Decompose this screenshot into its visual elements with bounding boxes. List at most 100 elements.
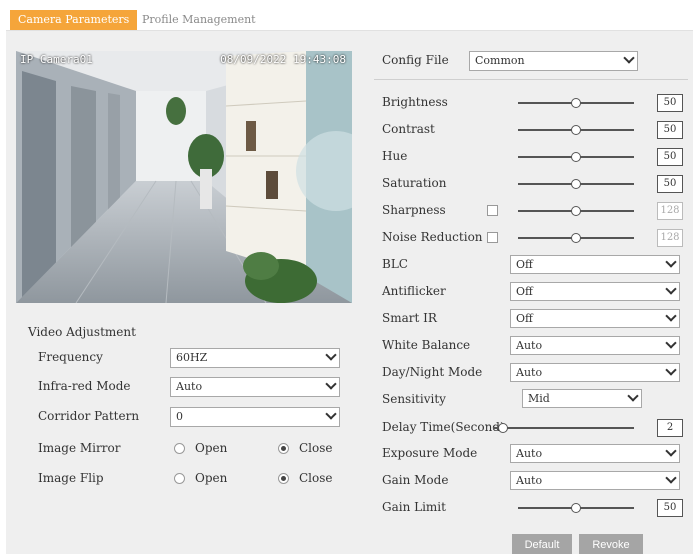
slider-handle[interactable]	[497, 423, 508, 433]
smart-ir-label: Smart IR	[382, 311, 437, 325]
noise-reduction-value-field[interactable]: 128	[657, 229, 683, 247]
chevron-down-icon	[325, 378, 337, 390]
settings-panel: IP Camera01 08/09/2022 19:43:08 Video Ad…	[6, 31, 693, 554]
image-flip-open-radio[interactable]: Open	[174, 468, 227, 488]
chevron-down-icon	[623, 52, 635, 64]
tab-profile-management[interactable]: Profile Management	[134, 10, 264, 30]
config-file-value: Common	[475, 54, 525, 67]
slider-handle[interactable]	[571, 503, 581, 513]
noise-reduction-slider[interactable]	[518, 233, 634, 243]
divider	[374, 79, 688, 80]
radio-circle-icon	[174, 473, 185, 484]
slider-handle[interactable]	[571, 98, 581, 108]
gain-mode-label: Gain Mode	[382, 473, 449, 487]
chevron-down-icon	[665, 337, 677, 349]
video-preview: IP Camera01 08/09/2022 19:43:08	[16, 51, 352, 303]
chevron-down-icon	[665, 256, 677, 268]
delay-time-value-field[interactable]: 2	[657, 419, 683, 437]
tab-camera-parameters[interactable]: Camera Parameters	[10, 10, 138, 30]
infrared-mode-select[interactable]: Auto	[170, 377, 340, 397]
sensitivity-label: Sensitivity	[382, 392, 446, 406]
hue-value-field[interactable]: 50	[657, 148, 683, 166]
delay-time-label: Delay Time(Second)	[382, 420, 505, 434]
contrast-slider[interactable]	[518, 125, 634, 135]
smart-ir-value: Off	[516, 312, 533, 325]
gain-mode-select[interactable]: Auto	[510, 471, 680, 490]
day-night-mode-select[interactable]: Auto	[510, 363, 680, 382]
sensitivity-select[interactable]: Mid	[522, 389, 642, 408]
image-mirror-close-radio[interactable]: Close	[278, 438, 333, 458]
infrared-mode-label: Infra-red Mode	[38, 379, 131, 393]
contrast-label: Contrast	[382, 122, 435, 136]
image-flip-close-radio[interactable]: Close	[278, 468, 333, 488]
frequency-select[interactable]: 60HZ	[170, 348, 340, 368]
sensitivity-value: Mid	[528, 392, 550, 405]
hue-slider[interactable]	[518, 152, 634, 162]
chevron-down-icon	[325, 349, 337, 361]
timestamp-osd: 08/09/2022 19:43:08	[220, 53, 346, 66]
slider-handle[interactable]	[571, 125, 581, 135]
corridor-pattern-select[interactable]: 0	[170, 407, 340, 427]
gain-limit-slider[interactable]	[518, 503, 634, 513]
antiflicker-select[interactable]: Off	[510, 282, 680, 301]
contrast-value-field[interactable]: 50	[657, 121, 683, 139]
white-balance-label: White Balance	[382, 338, 471, 352]
frequency-label: Frequency	[38, 350, 103, 364]
brightness-value-field[interactable]: 50	[657, 94, 683, 112]
radio-selected-icon	[278, 473, 289, 484]
antiflicker-value: Off	[516, 285, 533, 298]
white-balance-value: Auto	[516, 339, 543, 352]
blc-value: Off	[516, 258, 533, 271]
config-file-label: Config File	[382, 53, 449, 67]
sharpness-label: Sharpness	[382, 203, 446, 217]
slider-handle[interactable]	[571, 233, 581, 243]
chevron-down-icon	[665, 283, 677, 295]
saturation-slider[interactable]	[518, 179, 634, 189]
corridor-pattern-label: Corridor Pattern	[38, 409, 140, 423]
brightness-label: Brightness	[382, 95, 448, 109]
day-night-mode-value: Auto	[516, 366, 543, 379]
image-flip-open-label: Open	[195, 471, 228, 485]
chevron-down-icon	[665, 364, 677, 376]
image-mirror-close-label: Close	[299, 441, 333, 455]
radio-circle-icon	[174, 443, 185, 454]
infrared-mode-value: Auto	[176, 380, 203, 393]
slider-handle[interactable]	[571, 206, 581, 216]
image-mirror-label: Image Mirror	[38, 441, 121, 455]
noise-reduction-checkbox[interactable]	[487, 232, 498, 243]
image-mirror-open-radio[interactable]: Open	[174, 438, 227, 458]
exposure-mode-value: Auto	[516, 447, 543, 460]
tab-bar: Camera Parameters Profile Management	[6, 8, 693, 31]
smart-ir-select[interactable]: Off	[510, 309, 680, 328]
chevron-down-icon	[665, 310, 677, 322]
image-flip-label: Image Flip	[38, 471, 104, 485]
day-night-mode-label: Day/Night Mode	[382, 365, 483, 379]
config-file-select[interactable]: Common	[469, 51, 638, 71]
default-button[interactable]: Default	[512, 534, 572, 554]
delay-time-slider[interactable]	[493, 423, 634, 433]
saturation-value-field[interactable]: 50	[657, 175, 683, 193]
video-adjustment-title: Video Adjustment	[28, 325, 136, 339]
antiflicker-label: Antiflicker	[382, 284, 446, 298]
gain-limit-value-field[interactable]: 50	[657, 499, 683, 517]
sharpness-slider[interactable]	[518, 206, 634, 216]
chevron-down-icon	[627, 390, 639, 402]
exposure-mode-label: Exposure Mode	[382, 446, 478, 460]
brightness-slider[interactable]	[518, 98, 634, 108]
sharpness-checkbox[interactable]	[487, 205, 498, 216]
hue-label: Hue	[382, 149, 408, 163]
chevron-down-icon	[325, 408, 337, 420]
white-balance-select[interactable]: Auto	[510, 336, 680, 355]
slider-handle[interactable]	[571, 179, 581, 189]
corridor-pattern-value: 0	[176, 410, 183, 423]
chevron-down-icon	[665, 472, 677, 484]
slider-handle[interactable]	[571, 152, 581, 162]
corridor-image	[16, 51, 352, 303]
radio-selected-icon	[278, 443, 289, 454]
revoke-button[interactable]: Revoke	[579, 534, 643, 554]
noise-reduction-label: Noise Reduction	[382, 230, 483, 244]
frequency-value: 60HZ	[176, 351, 208, 364]
sharpness-value-field[interactable]: 128	[657, 202, 683, 220]
blc-select[interactable]: Off	[510, 255, 680, 274]
exposure-mode-select[interactable]: Auto	[510, 444, 680, 463]
